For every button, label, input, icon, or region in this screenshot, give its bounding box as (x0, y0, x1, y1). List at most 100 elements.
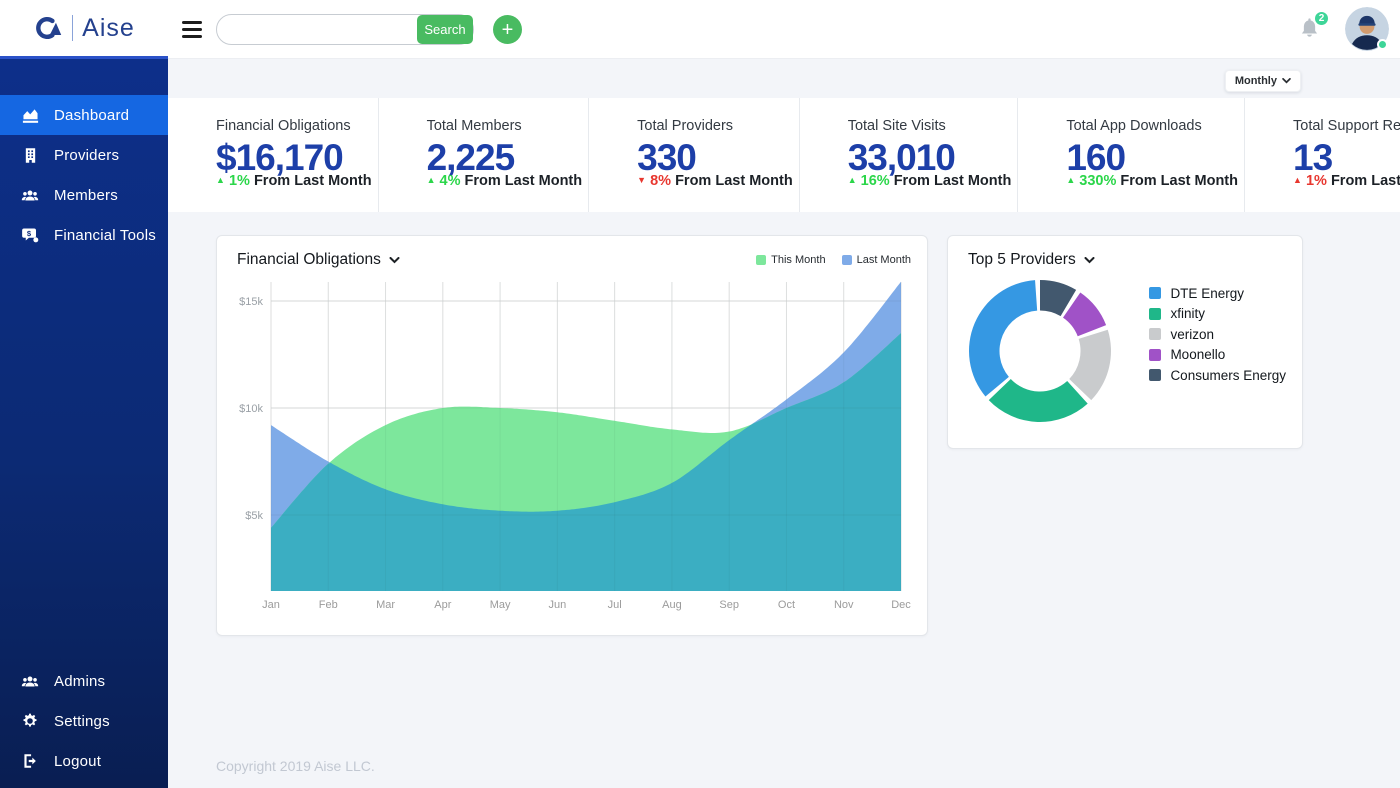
search-button[interactable]: Search (417, 15, 473, 44)
main-content: Monthly Financial Obligations $16,170 ▲ … (168, 59, 1400, 788)
sidebar-item-logout[interactable]: Logout (0, 741, 168, 781)
period-selector[interactable]: Monthly (1225, 70, 1301, 92)
kpi-card-total-members: Total Members 2,225 ▲ 4% From Last Month (378, 98, 589, 212)
members-icon (19, 186, 41, 205)
notifications-button[interactable]: 2 (1298, 15, 1326, 45)
footer-copyright: Copyright 2019 Aise LLC. (216, 758, 375, 774)
kpi-label: Total Support Requests (1293, 118, 1400, 134)
donut-slice-xfinity[interactable] (989, 379, 1088, 422)
donut-slice-verizon[interactable] (1069, 330, 1111, 400)
financial-obligations-card: Financial Obligations This Month Last Mo… (216, 235, 928, 636)
chevron-down-icon (1084, 257, 1095, 264)
kpi-delta: ▼ 8% From Last Month (637, 173, 793, 189)
chevron-down-icon (1282, 78, 1291, 84)
legend-item-dte-energy[interactable]: DTE Energy (1149, 283, 1286, 304)
add-button[interactable]: + (493, 15, 522, 44)
kpi-value: 2,225 (427, 138, 583, 178)
delta-arrow-icon: ▲ (427, 175, 436, 185)
logo-divider (72, 15, 73, 41)
sidebar-item-providers[interactable]: Providers (0, 135, 168, 175)
svg-text:Sep: Sep (719, 599, 739, 611)
sidebar-nav: Dashboard Providers Members $ Financial … (0, 59, 168, 255)
kpi-card-total-support-requests: Total Support Requests 13 ▲ 1% From Last… (1244, 98, 1400, 212)
sidebar-bottom-nav: Admins Settings Logout (0, 625, 168, 781)
legend-label: xfinity (1170, 306, 1205, 321)
sidebar-item-label: Financial Tools (54, 227, 156, 244)
legend-swatch (756, 255, 766, 265)
legend-item-consumers-energy[interactable]: Consumers Energy (1149, 365, 1286, 386)
period-selector-label: Monthly (1235, 75, 1277, 87)
sidebar-item-label: Admins (54, 673, 105, 690)
delta-arrow-icon: ▲ (1293, 175, 1302, 185)
kpi-value: 33,010 (848, 138, 1012, 178)
legend-label: verizon (1170, 327, 1214, 342)
financial-tools-icon: $ (19, 226, 41, 245)
svg-text:$15k: $15k (239, 296, 263, 308)
kpi-delta: ▲ 330% From Last Month (1066, 173, 1238, 189)
legend-label: Moonello (1170, 347, 1225, 362)
card-title: Financial Obligations (237, 251, 381, 269)
top-providers-card: Top 5 Providers DTE Energyxfinityverizon… (947, 235, 1303, 449)
search-input[interactable] (217, 22, 417, 37)
legend-item-verizon[interactable]: verizon (1149, 324, 1286, 345)
dashboard-icon (19, 106, 41, 125)
user-avatar[interactable] (1345, 7, 1389, 51)
kpi-label: Financial Obligations (216, 118, 372, 134)
legend-item-last-month[interactable]: Last Month (842, 254, 911, 266)
svg-text:Mar: Mar (376, 599, 395, 611)
notification-badge: 2 (1313, 10, 1330, 27)
kpi-card-total-site-visits: Total Site Visits 33,010 ▲ 16% From Last… (799, 98, 1018, 212)
svg-text:Apr: Apr (434, 599, 451, 611)
delta-arrow-icon: ▲ (216, 175, 225, 185)
online-status-indicator (1377, 39, 1388, 50)
sidebar-item-settings[interactable]: Settings (0, 701, 168, 741)
sidebar: Dashboard Providers Members $ Financial … (0, 59, 168, 788)
legend-item-xfinity[interactable]: xfinity (1149, 304, 1286, 325)
legend-swatch (1149, 287, 1161, 299)
legend-item-this-month[interactable]: This Month (756, 254, 825, 266)
delta-arrow-icon: ▲ (1066, 175, 1075, 185)
logo-mark-icon (33, 15, 63, 41)
kpi-label: Total App Downloads (1066, 118, 1238, 134)
card-dropdown-toggle[interactable] (389, 257, 400, 264)
logo-text: Aise (82, 14, 135, 43)
kpi-stats-row: Financial Obligations $16,170 ▲ 1% From … (168, 98, 1400, 212)
gear-icon (19, 712, 41, 730)
sidebar-item-admins[interactable]: Admins (0, 661, 168, 701)
admins-icon (19, 672, 41, 691)
legend-swatch (1149, 308, 1161, 320)
sidebar-item-dashboard[interactable]: Dashboard (0, 95, 168, 135)
card-dropdown-toggle[interactable] (1084, 257, 1095, 264)
svg-text:$10k: $10k (239, 403, 263, 415)
donut-chart (964, 275, 1116, 427)
legend-item-moonello[interactable]: Moonello (1149, 345, 1286, 366)
logout-icon (19, 752, 41, 770)
legend-label: DTE Energy (1170, 286, 1244, 301)
svg-text:Feb: Feb (319, 599, 338, 611)
app-logo[interactable]: Aise (0, 0, 168, 59)
delta-arrow-icon: ▼ (637, 175, 646, 185)
sidebar-item-members[interactable]: Members (0, 175, 168, 215)
kpi-card-financial-obligations: Financial Obligations $16,170 ▲ 1% From … (168, 98, 378, 212)
kpi-card-total-app-downloads: Total App Downloads 160 ▲ 330% From Last… (1017, 98, 1244, 212)
building-icon (19, 146, 41, 165)
area-chart: $5k$10k$15kJanFebMarAprMayJunJulAugSepOc… (227, 278, 911, 623)
sidebar-item-financial-tools[interactable]: $ Financial Tools (0, 215, 168, 255)
kpi-label: Total Members (427, 118, 583, 134)
delta-arrow-icon: ▲ (848, 175, 857, 185)
kpi-value: 160 (1066, 138, 1238, 178)
legend-label: This Month (771, 254, 825, 266)
hamburger-menu-icon[interactable] (182, 21, 202, 38)
chart-legend: This Month Last Month (756, 254, 911, 266)
svg-text:Aug: Aug (662, 599, 682, 611)
legend-label: Consumers Energy (1170, 368, 1286, 383)
plus-icon: + (502, 19, 514, 41)
svg-text:Nov: Nov (834, 599, 854, 611)
card-header: Financial Obligations This Month Last Mo… (217, 236, 927, 273)
svg-text:Dec: Dec (891, 599, 911, 611)
sidebar-item-label: Logout (54, 753, 101, 770)
donut-slice-dte-energy[interactable] (969, 280, 1037, 396)
svg-text:May: May (490, 599, 511, 611)
svg-text:$5k: $5k (245, 510, 263, 522)
svg-text:Jun: Jun (548, 599, 566, 611)
